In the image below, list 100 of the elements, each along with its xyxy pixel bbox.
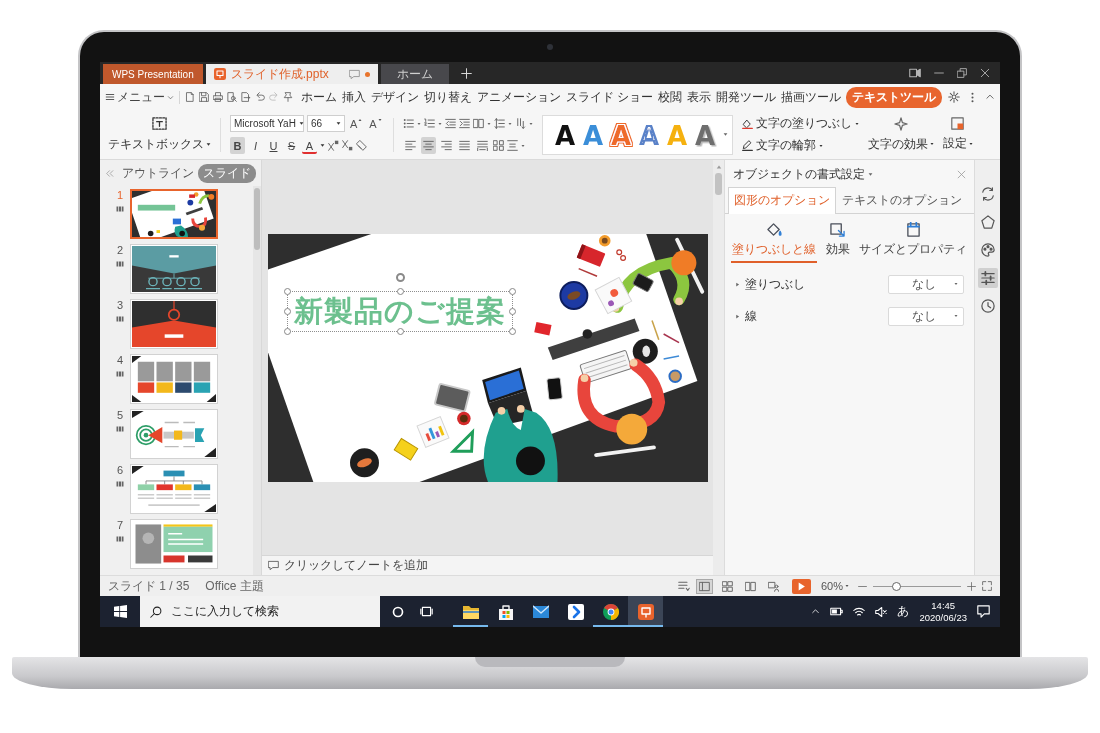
ribbon-tab[interactable]: スライド ショー — [566, 86, 654, 108]
grid-icon[interactable] — [492, 140, 504, 151]
slide-thumbnail[interactable] — [130, 354, 218, 404]
clock-time[interactable]: 14:45 — [931, 600, 956, 612]
resize-handle-icon[interactable] — [284, 287, 292, 295]
ribbon-tab[interactable]: デザイン — [371, 86, 419, 108]
menu-button[interactable]: メニュー — [105, 88, 174, 106]
sliders-button[interactable] — [977, 268, 998, 288]
section-tab[interactable]: 塗りつぶしと線 — [731, 222, 817, 263]
fit-to-window-icon[interactable] — [982, 581, 992, 591]
video-camera-icon[interactable] — [909, 67, 921, 79]
ribbon-tab[interactable]: 挿入 — [342, 86, 366, 108]
new-file-icon[interactable] — [185, 92, 195, 102]
caret-icon[interactable] — [507, 121, 512, 126]
settings-icon[interactable] — [948, 91, 960, 103]
ribbon-tab[interactable]: アニメーション — [477, 86, 561, 108]
underline-button[interactable]: U — [266, 137, 281, 154]
chevron-up-icon[interactable] — [811, 607, 821, 616]
font-size-field[interactable]: 66 — [307, 115, 345, 132]
slide-thumbnail[interactable] — [130, 189, 218, 239]
slide-thumbnail[interactable] — [130, 519, 218, 569]
grow-font-button[interactable]: A — [348, 117, 365, 130]
resize-handle-icon[interactable] — [284, 307, 292, 315]
eraser-icon[interactable] — [356, 140, 367, 151]
section-tab[interactable]: サイズとプロパティ — [858, 222, 968, 263]
slide-thumbnail[interactable] — [130, 299, 218, 349]
wordart-style[interactable]: A — [694, 120, 715, 151]
zoom-dropdown[interactable]: 60% — [820, 580, 849, 592]
text-effect-button[interactable]: 文字の効果 — [867, 116, 934, 153]
speaker-muted-icon[interactable] — [875, 605, 888, 618]
numbered-list-icon[interactable] — [423, 118, 435, 129]
collapsed-caret-icon[interactable] — [735, 313, 740, 319]
resize-handle-icon[interactable] — [509, 307, 517, 315]
property-dropdown[interactable]: なし — [888, 274, 964, 294]
wordart-style[interactable]: A — [554, 120, 575, 151]
ribbon-tab[interactable]: 描画ツール — [781, 86, 842, 108]
printer-icon[interactable] — [213, 92, 223, 102]
ribbon-tab[interactable]: 開発ツール — [716, 86, 777, 108]
bulleted-list-icon[interactable] — [402, 118, 414, 129]
caret-icon[interactable] — [437, 121, 442, 126]
chevron-up-icon[interactable] — [985, 92, 995, 102]
ime-indicator[interactable]: あ — [897, 603, 910, 620]
columns-icon[interactable] — [472, 118, 484, 129]
caret-icon[interactable] — [416, 121, 421, 126]
scrollbar-thumb[interactable] — [715, 173, 722, 195]
collapsed-caret-icon[interactable] — [735, 281, 740, 287]
text-outline-button[interactable]: 文字の輪郭 — [741, 137, 859, 154]
notes-toggle-icon[interactable] — [677, 580, 690, 592]
normal-view-button[interactable] — [695, 578, 713, 594]
italic-button[interactable]: I — [248, 137, 263, 154]
save-icon[interactable] — [199, 92, 209, 102]
search-field[interactable]: ここに入力して検索 — [140, 596, 380, 627]
ribbon-tab[interactable]: ホーム — [301, 86, 337, 108]
wifi-icon[interactable] — [853, 605, 866, 618]
rotate-handle-icon[interactable] — [395, 272, 405, 282]
scrollbar-thumb[interactable] — [254, 188, 260, 250]
slideshow-button[interactable] — [791, 578, 811, 594]
settings-button[interactable]: 設定 — [942, 117, 973, 152]
text-direction-icon[interactable] — [514, 118, 526, 129]
align-center-button[interactable] — [420, 137, 436, 154]
caret-icon[interactable] — [868, 171, 873, 177]
export-icon[interactable] — [241, 92, 251, 102]
ribbon-tab[interactable]: 校閲 — [658, 86, 683, 108]
zoom-slider-thumb[interactable] — [892, 581, 902, 591]
ribbon-tab[interactable]: 表示 — [687, 86, 712, 108]
caret-icon[interactable] — [528, 121, 533, 126]
home-tab[interactable]: ホーム — [380, 64, 449, 84]
ring-icon[interactable] — [392, 605, 404, 618]
resize-handle-icon[interactable] — [396, 287, 404, 295]
subscript-icon[interactable] — [342, 140, 353, 151]
strikethrough-button[interactable]: S — [284, 137, 299, 154]
restore-icon[interactable] — [957, 68, 967, 78]
text-box-button[interactable]: テキストボックス — [108, 116, 211, 153]
ribbon-tab[interactable]: 切り替え — [424, 86, 472, 108]
superscript-icon[interactable] — [328, 140, 339, 151]
section-tab[interactable]: 効果 — [824, 222, 851, 263]
taskbar-app-button[interactable] — [628, 596, 663, 627]
caret-icon[interactable] — [320, 143, 325, 148]
zoom-in-icon[interactable] — [967, 581, 976, 591]
task-view-icon[interactable] — [420, 605, 433, 618]
vertical-align-icon[interactable] — [506, 140, 518, 151]
slide-thumbnail[interactable] — [130, 244, 218, 294]
panel-tab[interactable]: アウトライン — [122, 163, 194, 183]
clock-date[interactable]: 2020/06/23 — [919, 611, 967, 623]
resize-handle-icon[interactable] — [284, 327, 292, 335]
line-spacing-icon[interactable] — [493, 118, 505, 129]
decrease-indent-icon[interactable] — [444, 118, 456, 129]
notification-icon[interactable] — [977, 605, 990, 618]
resize-handle-icon[interactable] — [509, 327, 517, 335]
font-name-field[interactable]: Microsoft YaH — [230, 115, 304, 132]
close-icon[interactable] — [980, 68, 990, 78]
pane-tab[interactable]: 図形のオプション — [728, 187, 836, 214]
pane-tab[interactable]: テキストのオプション — [836, 187, 968, 214]
bold-button[interactable]: B — [230, 137, 245, 154]
text-fill-button[interactable]: 文字の塗りつぶし — [741, 115, 859, 132]
font-color-button[interactable]: A — [302, 137, 317, 154]
windows-start-icon[interactable] — [113, 605, 127, 618]
scroll-up-icon[interactable] — [715, 164, 722, 170]
pin-icon[interactable] — [283, 92, 293, 102]
shrink-font-button[interactable]: A — [367, 117, 384, 130]
